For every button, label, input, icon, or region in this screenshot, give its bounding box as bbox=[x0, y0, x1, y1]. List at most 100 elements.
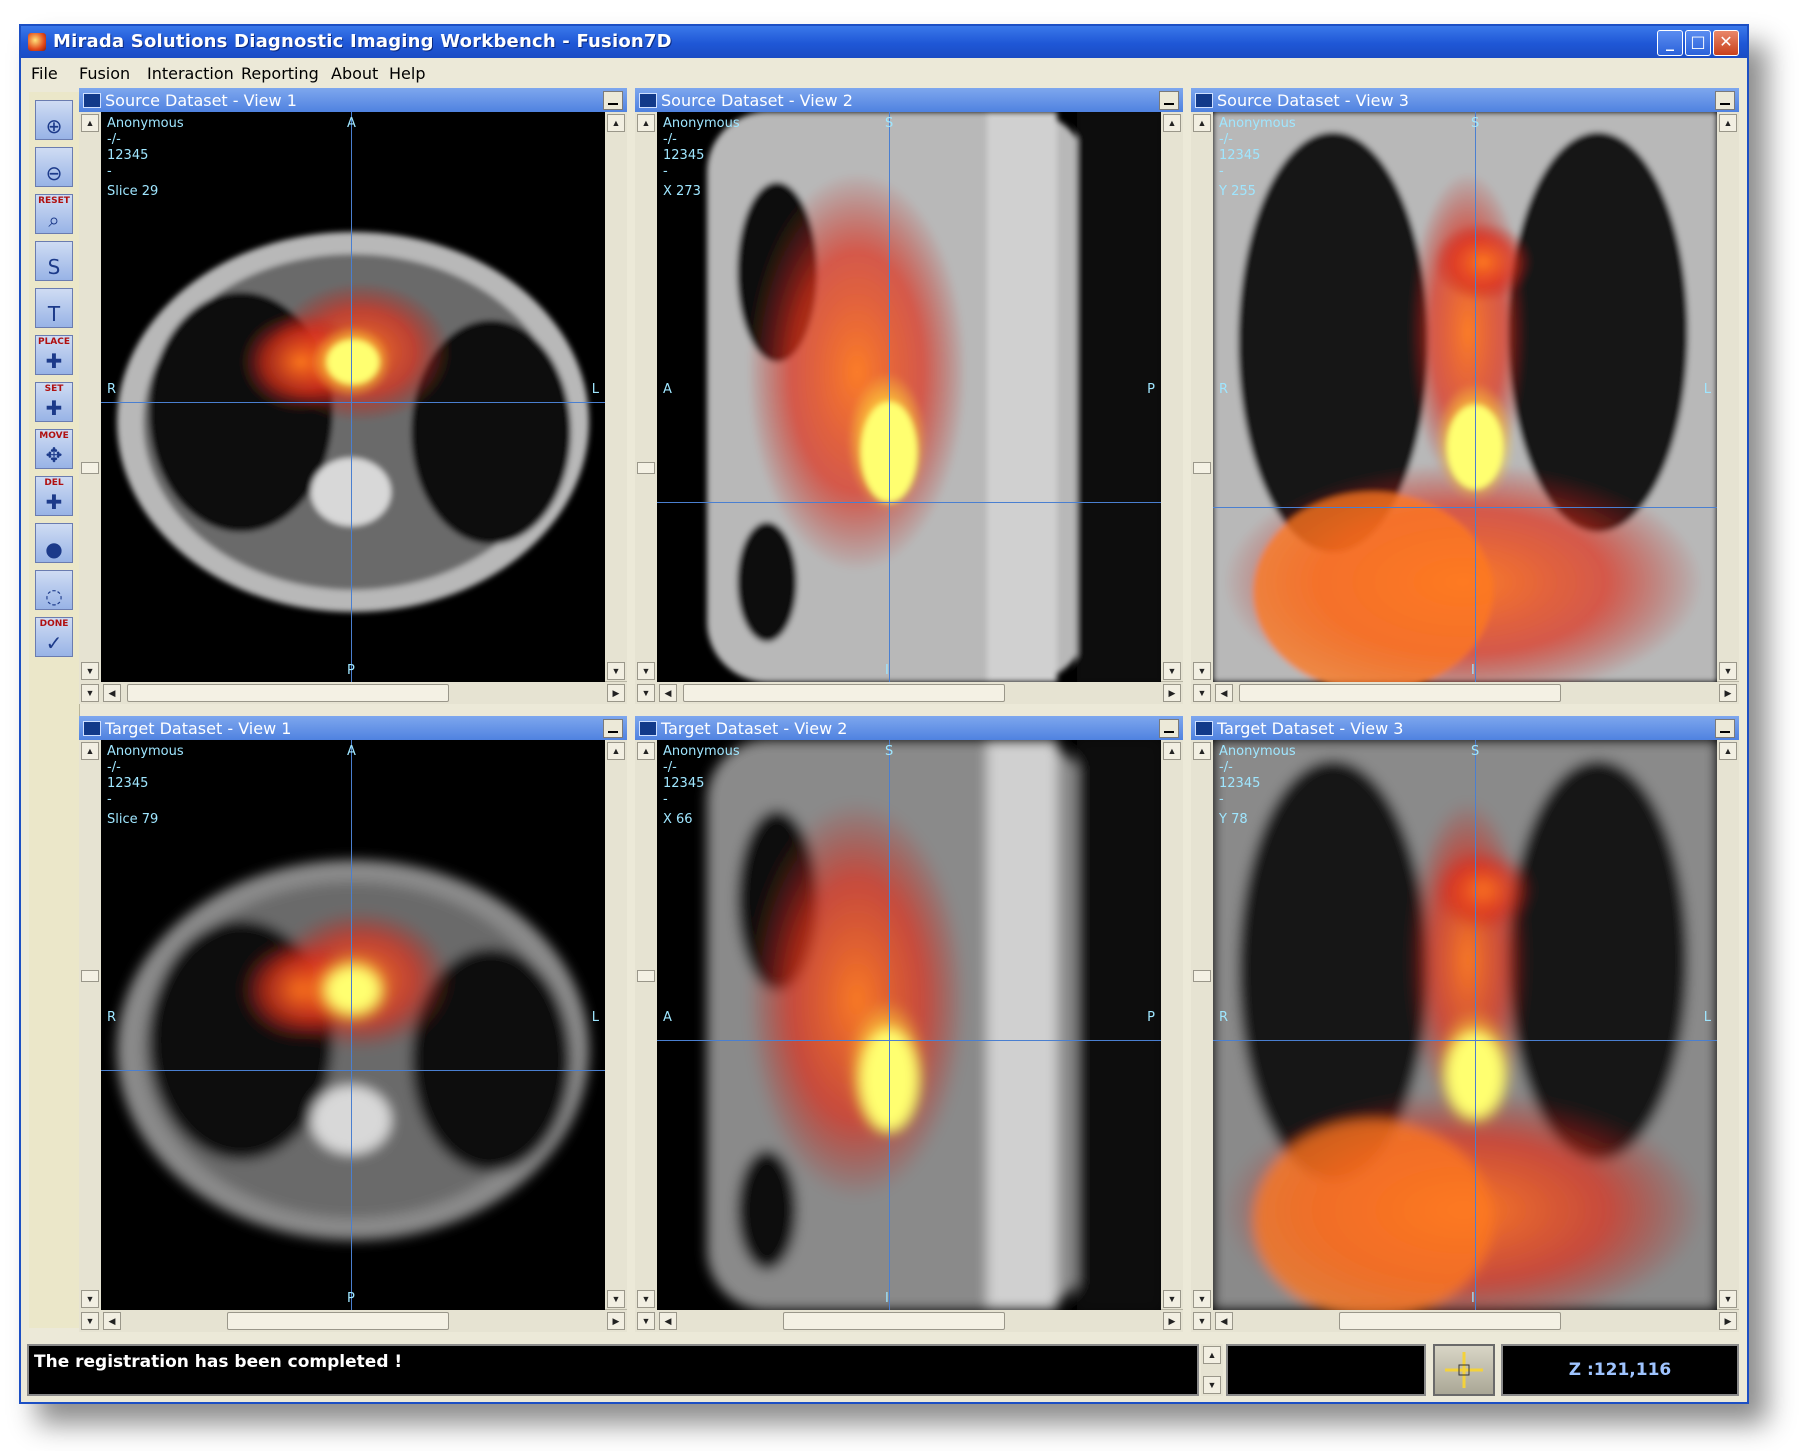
slider-thumb[interactable] bbox=[637, 970, 655, 982]
maximize-button[interactable]: □ bbox=[1685, 30, 1711, 56]
scroll-right-arrow-icon[interactable]: ▶ bbox=[1719, 684, 1737, 702]
crosshair-vertical-line[interactable] bbox=[889, 112, 890, 682]
scroll-down-arrow-icon[interactable]: ▼ bbox=[1719, 1290, 1737, 1308]
scroll-right-arrow-icon[interactable]: ▶ bbox=[607, 684, 625, 702]
crosshair-vertical-line[interactable] bbox=[1475, 112, 1476, 682]
panel-title-bar[interactable]: Target Dataset - View 2 bbox=[635, 716, 1183, 740]
left-slider[interactable]: ▲ ▼ bbox=[1191, 740, 1214, 1310]
panel-title-bar[interactable]: Target Dataset - View 3 bbox=[1191, 716, 1739, 740]
scroll-right-arrow-icon[interactable]: ▶ bbox=[1163, 1312, 1181, 1330]
target-button[interactable]: T bbox=[35, 288, 73, 328]
image-viewport[interactable]: Anonymous -/- 12345- Y 78 S I R L bbox=[1213, 740, 1717, 1310]
scroll-up-arrow-icon[interactable]: ▲ bbox=[1163, 742, 1181, 760]
scroll-thumb[interactable] bbox=[127, 684, 449, 702]
image-viewport[interactable]: Anonymous -/- 12345- Y 255 S I R L bbox=[1213, 112, 1717, 682]
scroll-left-arrow-icon[interactable]: ◀ bbox=[1215, 1312, 1233, 1330]
panel-title-bar[interactable]: Source Dataset - View 2 bbox=[635, 88, 1183, 112]
menu-about[interactable]: About bbox=[331, 64, 378, 83]
panel-minimize-icon[interactable] bbox=[603, 719, 623, 738]
scroll-up-arrow-icon[interactable]: ▲ bbox=[637, 114, 655, 132]
left-slider[interactable]: ▲ ▼ bbox=[79, 112, 102, 682]
crosshair-vertical-line[interactable] bbox=[889, 740, 890, 1310]
scroll-corner-arrow-icon[interactable]: ▼ bbox=[79, 682, 101, 704]
scroll-up-arrow-icon[interactable]: ▲ bbox=[607, 114, 625, 132]
del-button[interactable]: DEL ✚ bbox=[35, 476, 73, 516]
panel-title-bar[interactable]: Target Dataset - View 1 bbox=[79, 716, 627, 740]
vertical-scrollbar[interactable]: ▲ ▼ bbox=[1716, 740, 1739, 1310]
scroll-down-arrow-icon[interactable]: ▼ bbox=[1163, 662, 1181, 680]
image-viewport[interactable]: Anonymous -/- 12345- X 66 S I A P bbox=[657, 740, 1161, 1310]
panel-title-bar[interactable]: Source Dataset - View 1 bbox=[79, 88, 627, 112]
panel-title-bar[interactable]: Source Dataset - View 3 bbox=[1191, 88, 1739, 112]
menu-reporting[interactable]: Reporting bbox=[241, 64, 319, 83]
slider-thumb[interactable] bbox=[81, 462, 99, 474]
image-viewport[interactable]: Anonymous -/- 12345- X 273 S I A P bbox=[657, 112, 1161, 682]
scroll-up-arrow-icon[interactable]: ▲ bbox=[81, 742, 99, 760]
slider-thumb[interactable] bbox=[1193, 970, 1211, 982]
left-slider[interactable]: ▲ ▼ bbox=[635, 740, 658, 1310]
scroll-up-arrow-icon[interactable]: ▲ bbox=[1193, 742, 1211, 760]
image-viewport[interactable]: Anonymous -/- 12345- Slice 29 A P R L bbox=[101, 112, 605, 682]
scroll-down-arrow-icon[interactable]: ▼ bbox=[607, 662, 625, 680]
menu-file[interactable]: File bbox=[31, 64, 58, 83]
status-scrollbar[interactable]: ▲ ▼ bbox=[1201, 1344, 1223, 1396]
crosshair-vertical-line[interactable] bbox=[351, 740, 352, 1310]
slider-thumb[interactable] bbox=[637, 462, 655, 474]
scroll-down-arrow-icon[interactable]: ▼ bbox=[1163, 1290, 1181, 1308]
panel-minimize-icon[interactable] bbox=[1159, 91, 1179, 110]
left-slider[interactable]: ▲ ▼ bbox=[1191, 112, 1214, 682]
left-slider[interactable]: ▲ ▼ bbox=[635, 112, 658, 682]
slider-thumb[interactable] bbox=[81, 970, 99, 982]
scroll-down-arrow-icon[interactable]: ▼ bbox=[81, 662, 99, 680]
zoom-out-button[interactable]: ⊖ bbox=[35, 147, 73, 187]
scroll-left-arrow-icon[interactable]: ◀ bbox=[659, 1312, 677, 1330]
scroll-right-arrow-icon[interactable]: ▶ bbox=[607, 1312, 625, 1330]
scroll-down-arrow-icon[interactable]: ▼ bbox=[607, 1290, 625, 1308]
set-button[interactable]: SET ✚ bbox=[35, 382, 73, 422]
panel-minimize-icon[interactable] bbox=[1159, 719, 1179, 738]
crosshair-horizontal-line[interactable] bbox=[657, 1040, 1161, 1041]
minimize-button[interactable]: _ bbox=[1657, 30, 1683, 56]
horizontal-scrollbar[interactable]: ◀ ▶ bbox=[1213, 681, 1739, 704]
image-viewport[interactable]: Anonymous -/- 12345- Slice 79 A P R L bbox=[101, 740, 605, 1310]
horizontal-scrollbar[interactable]: ◀ ▶ bbox=[101, 1309, 627, 1332]
horizontal-scrollbar[interactable]: ◀ ▶ bbox=[1213, 1309, 1739, 1332]
crosshair-horizontal-line[interactable] bbox=[101, 1070, 605, 1071]
scroll-corner-arrow-icon[interactable]: ▼ bbox=[635, 682, 657, 704]
scroll-down-arrow-icon[interactable]: ▼ bbox=[637, 1290, 655, 1308]
scroll-down-arrow-icon[interactable]: ▼ bbox=[1193, 1290, 1211, 1308]
crosshair-horizontal-line[interactable] bbox=[1213, 1040, 1717, 1041]
move-button[interactable]: MOVE ✥ bbox=[35, 429, 73, 469]
scroll-thumb[interactable] bbox=[227, 1312, 449, 1330]
scroll-thumb[interactable] bbox=[1239, 684, 1561, 702]
crosshair-toggle-button[interactable] bbox=[1433, 1344, 1495, 1396]
done-button[interactable]: DONE ✓ bbox=[35, 617, 73, 657]
menu-help[interactable]: Help bbox=[389, 64, 425, 83]
panel-minimize-icon[interactable] bbox=[1715, 719, 1735, 738]
lasso-button[interactable]: ◌ bbox=[35, 570, 73, 610]
scroll-left-arrow-icon[interactable]: ◀ bbox=[659, 684, 677, 702]
crosshair-horizontal-line[interactable] bbox=[657, 502, 1161, 503]
scroll-thumb[interactable] bbox=[1339, 1312, 1561, 1330]
vertical-scrollbar[interactable]: ▲ ▼ bbox=[604, 740, 627, 1310]
panel-minimize-icon[interactable] bbox=[603, 91, 623, 110]
scroll-corner-arrow-icon[interactable]: ▼ bbox=[1191, 1310, 1213, 1332]
crosshair-vertical-line[interactable] bbox=[351, 112, 352, 682]
scroll-corner-arrow-icon[interactable]: ▼ bbox=[1191, 682, 1213, 704]
scroll-right-arrow-icon[interactable]: ▶ bbox=[1719, 1312, 1737, 1330]
scroll-left-arrow-icon[interactable]: ◀ bbox=[103, 684, 121, 702]
scroll-up-arrow-icon[interactable]: ▲ bbox=[1193, 114, 1211, 132]
scroll-up-arrow-icon[interactable]: ▲ bbox=[1163, 114, 1181, 132]
scroll-up-arrow-icon[interactable]: ▲ bbox=[81, 114, 99, 132]
scroll-thumb[interactable] bbox=[783, 1312, 1005, 1330]
scroll-corner-arrow-icon[interactable]: ▼ bbox=[79, 1310, 101, 1332]
left-slider[interactable]: ▲ ▼ bbox=[79, 740, 102, 1310]
menu-fusion[interactable]: Fusion bbox=[79, 64, 130, 83]
crosshair-horizontal-line[interactable] bbox=[1213, 507, 1717, 508]
menu-interaction[interactable]: Interaction bbox=[147, 64, 234, 83]
slider-thumb[interactable] bbox=[1193, 462, 1211, 474]
vertical-scrollbar[interactable]: ▲ ▼ bbox=[604, 112, 627, 682]
scroll-up-arrow-icon[interactable]: ▲ bbox=[1719, 742, 1737, 760]
scroll-up-arrow-icon[interactable]: ▲ bbox=[637, 742, 655, 760]
vertical-scrollbar[interactable]: ▲ ▼ bbox=[1160, 112, 1183, 682]
